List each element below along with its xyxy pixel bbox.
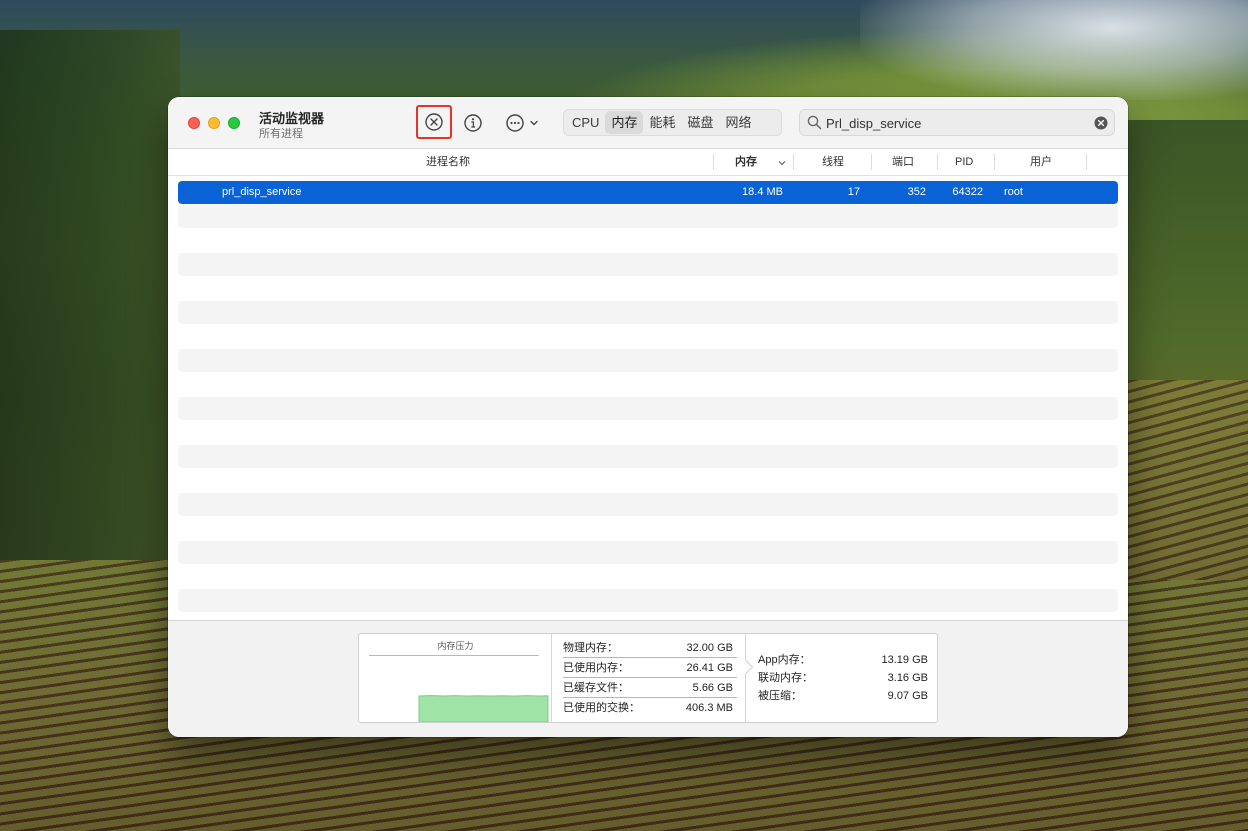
empty-row <box>178 301 1118 324</box>
column-divider[interactable] <box>994 154 995 170</box>
stat-used-memory: 已使用内存： 26.41 GB <box>563 658 737 678</box>
used-memory-label: 已使用内存： <box>563 662 629 674</box>
tab-network[interactable]: 网络 <box>720 111 758 134</box>
column-pid[interactable]: PID <box>955 149 973 175</box>
memory-summary-area: 内存压力 物理内存： 32.00 GB 已使用内存： 26.41 GB 已缓存文… <box>168 620 1128 737</box>
empty-row <box>178 397 1118 420</box>
info-icon <box>464 114 482 132</box>
column-divider[interactable] <box>871 154 872 170</box>
empty-row <box>178 349 1118 372</box>
pid-cell: 64322 <box>952 186 983 198</box>
empty-row <box>178 205 1118 228</box>
used-memory-value: 26.41 GB <box>686 662 733 674</box>
memory-summary-panel: 内存压力 物理内存： 32.00 GB 已使用内存： 26.41 GB 已缓存文… <box>358 633 938 723</box>
memory-breakdown: App内存： 13.19 GB 联动内存： 3.16 GB 被压缩： 9.07 … <box>747 634 937 722</box>
search-icon <box>807 115 822 130</box>
search-input[interactable]: Prl_disp_service <box>826 116 921 131</box>
empty-row <box>178 445 1118 468</box>
chevron-down-icon <box>529 120 538 126</box>
more-actions-button[interactable] <box>500 110 544 136</box>
column-divider[interactable] <box>1086 154 1087 170</box>
search-field[interactable]: Prl_disp_service <box>799 109 1115 136</box>
memory-cell: 18.4 MB <box>742 186 783 198</box>
close-window-button[interactable] <box>188 117 200 129</box>
column-threads[interactable]: 线程 <box>822 149 844 175</box>
tab-cpu[interactable]: CPU <box>566 111 605 134</box>
wallpaper-vineyard-right <box>1128 380 1248 580</box>
wallpaper-mist <box>860 0 1248 100</box>
tab-disk[interactable]: 磁盘 <box>681 111 719 134</box>
column-process-name[interactable]: 进程名称 <box>426 149 470 175</box>
stop-process-icon <box>425 113 443 131</box>
ports-cell: 352 <box>907 186 926 198</box>
physical-memory-value: 32.00 GB <box>686 642 733 654</box>
swap-used-label: 已使用的交换： <box>563 702 640 714</box>
tab-memory[interactable]: 内存 <box>605 111 644 134</box>
cached-files-label: 已缓存文件： <box>563 682 629 694</box>
ellipsis-icon <box>505 114 524 132</box>
empty-row <box>178 253 1118 276</box>
swap-used-value: 406.3 MB <box>685 702 733 714</box>
column-memory[interactable]: 内存 <box>735 149 757 175</box>
process-name-cell: prl_disp_service <box>222 186 302 198</box>
stat-cached-files: 已缓存文件： 5.66 GB <box>563 678 737 698</box>
tab-energy[interactable]: 能耗 <box>643 111 681 134</box>
minimize-window-button[interactable] <box>208 117 220 129</box>
stat-app-memory: App内存： 13.19 GB <box>758 651 928 669</box>
pressure-area <box>418 694 549 722</box>
table-row[interactable]: prl_disp_service 18.4 MB 17 352 64322 ro… <box>178 181 1118 204</box>
user-cell: root <box>1004 186 1023 198</box>
column-divider[interactable] <box>713 154 714 170</box>
toolbar: 活动监视器 所有进程 CPU 内存 能耗 磁盘 网络 Prl_disp_serv… <box>168 97 1128 149</box>
stop-process-button[interactable] <box>416 105 452 139</box>
sort-chevron-icon <box>778 161 786 166</box>
window-subtitle: 所有进程 <box>259 128 303 140</box>
activity-monitor-window: 活动监视器 所有进程 CPU 内存 能耗 磁盘 网络 Prl_disp_serv… <box>168 97 1128 737</box>
pressure-chart <box>418 694 549 722</box>
stat-compressed: 被压缩： 9.07 GB <box>758 687 928 705</box>
compressed-value: 9.07 GB <box>887 690 928 702</box>
app-memory-value: 13.19 GB <box>881 654 928 666</box>
memory-stats: 物理内存： 32.00 GB 已使用内存： 26.41 GB 已缓存文件： 5.… <box>553 634 746 722</box>
stat-swap-used: 已使用的交换： 406.3 MB <box>563 698 737 718</box>
wallpaper-trees <box>0 30 180 670</box>
stat-wired-memory: 联动内存： 3.16 GB <box>758 669 928 687</box>
column-ports[interactable]: 端口 <box>892 149 914 175</box>
table-header: 进程名称 内存 线程 端口 PID 用户 <box>168 149 1128 176</box>
wired-memory-value: 3.16 GB <box>887 672 928 684</box>
column-user[interactable]: 用户 <box>1030 149 1052 175</box>
category-tabs: CPU 内存 能耗 磁盘 网络 <box>563 109 782 136</box>
column-divider[interactable] <box>793 154 794 170</box>
inspect-process-button[interactable] <box>460 110 486 136</box>
clear-search-icon[interactable] <box>1094 116 1108 130</box>
compressed-label: 被压缩： <box>758 690 802 702</box>
empty-row <box>178 589 1118 612</box>
stat-physical-memory: 物理内存： 32.00 GB <box>563 638 737 658</box>
cached-files-value: 5.66 GB <box>692 682 733 694</box>
empty-row <box>178 493 1118 516</box>
physical-memory-label: 物理内存： <box>563 642 618 654</box>
memory-pressure-graph: 内存压力 <box>359 634 552 722</box>
zoom-window-button[interactable] <box>228 117 240 129</box>
app-memory-label: App内存： <box>758 654 811 666</box>
empty-row <box>178 541 1118 564</box>
threads-cell: 17 <box>847 186 860 198</box>
wallpaper-trees-right <box>1128 120 1248 480</box>
column-divider[interactable] <box>937 154 938 170</box>
wired-memory-label: 联动内存： <box>758 672 813 684</box>
